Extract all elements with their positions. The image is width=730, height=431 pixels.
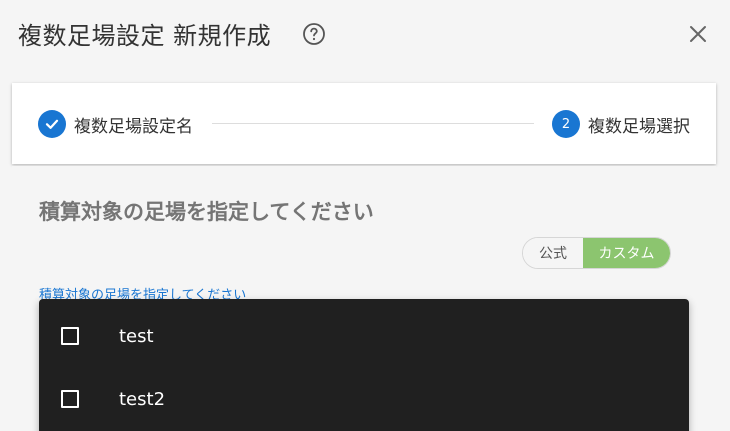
step-2-label: 複数足場選択 — [588, 116, 690, 137]
toggle-custom-button[interactable]: カスタム — [583, 238, 670, 268]
help-circle-icon[interactable] — [302, 22, 326, 46]
dropdown-option[interactable]: test2 — [39, 368, 689, 430]
option-label: test — [119, 325, 154, 347]
step-2-number: 2 — [552, 110, 580, 138]
step-2[interactable]: 2 複数足場選択 — [552, 110, 690, 138]
dropdown-option[interactable]: test — [39, 305, 689, 367]
dialog-header: 複数足場設定 新規作成 — [0, 0, 730, 68]
step-1[interactable]: 複数足場設定名 — [38, 110, 193, 138]
close-icon[interactable] — [686, 22, 710, 46]
check-circle-icon — [38, 110, 66, 138]
checkbox-unchecked-icon[interactable] — [61, 390, 79, 408]
option-label: test2 — [119, 388, 166, 410]
mode-toggle: 公式 カスタム — [522, 237, 671, 269]
dialog-title: 複数足場設定 新規作成 — [18, 22, 272, 50]
toggle-formula-button[interactable]: 公式 — [523, 238, 583, 268]
stepper: 複数足場設定名 2 複数足場選択 — [12, 83, 716, 164]
section-title: 積算対象の足場を指定してください — [39, 200, 374, 224]
step-1-label: 複数足場設定名 — [74, 116, 193, 137]
checkbox-unchecked-icon[interactable] — [61, 327, 79, 345]
scaffold-dropdown-menu: test test2 — [39, 299, 689, 431]
stepper-connector — [212, 123, 534, 124]
